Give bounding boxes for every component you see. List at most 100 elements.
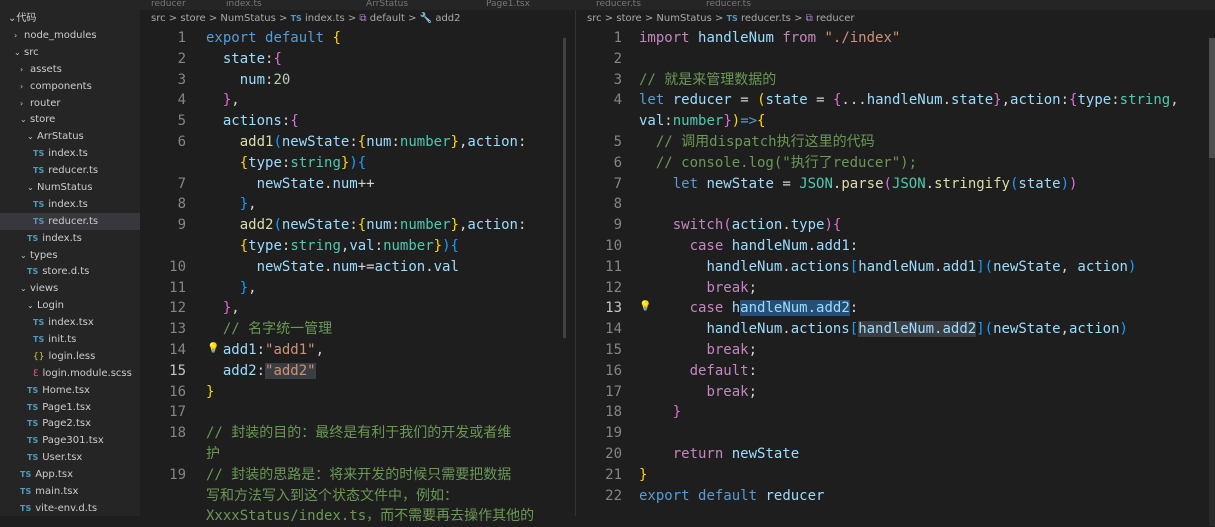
tab-reducer-ts-b[interactable]: reducer.ts: [700, 0, 757, 10]
scrollbar-thumb[interactable]: [1209, 38, 1215, 158]
tab-page1[interactable]: Page1.tsx: [480, 0, 536, 10]
tree-item[interactable]: TS main.tsx: [0, 483, 140, 500]
code-line[interactable]: 11 },: [140, 278, 575, 299]
tree-item[interactable]: TS Home.tsx: [0, 382, 140, 399]
tab-index-ts[interactable]: index.ts: [220, 0, 268, 10]
code-line[interactable]: 6 add1(newState:{num:number},action:: [140, 132, 575, 153]
breadcrumb-file[interactable]: index.ts: [305, 13, 345, 24]
tree-item[interactable]: TS store.d.ts: [0, 263, 140, 280]
tree-item[interactable]: TS init.ts: [0, 331, 140, 348]
minimap[interactable]: [563, 38, 566, 338]
tree-item[interactable]: ⌄ NumStatus: [0, 179, 140, 196]
breadcrumb-store[interactable]: store: [180, 13, 205, 24]
tree-item[interactable]: TS Page301.tsx: [0, 432, 140, 449]
breadcrumb-numstatus[interactable]: NumStatus: [656, 13, 711, 24]
code-line[interactable]: 12 break;: [576, 278, 1215, 299]
tree-item[interactable]: TS vite-env.d.ts: [0, 500, 140, 517]
code-line[interactable]: 5 // 调用dispatch执行这里的代码: [576, 132, 1215, 153]
code-line[interactable]: 6 // console.log("执行了reducer");: [576, 153, 1215, 174]
code-line[interactable]: 3 // 就是来管理数据的: [576, 70, 1215, 91]
breadcrumb-src[interactable]: src: [151, 13, 166, 24]
code-line[interactable]: {type:string}){: [140, 153, 575, 174]
breadcrumb-file[interactable]: reducer.ts: [741, 13, 791, 24]
code-line[interactable]: 3 num:20: [140, 70, 575, 91]
code-line[interactable]: 12 },: [140, 298, 575, 319]
tree-item[interactable]: TS Page2.tsx: [0, 415, 140, 432]
code-line[interactable]: 21}: [576, 465, 1215, 486]
tree-item[interactable]: › components: [0, 78, 140, 95]
tree-item[interactable]: ℇlogin.module.scss: [0, 365, 140, 382]
breadcrumb-symbol-add2[interactable]: add2: [435, 13, 460, 24]
code-line[interactable]: 护: [140, 444, 575, 465]
code-line[interactable]: 15 add2:"add2": [140, 361, 575, 382]
tab-arrstatus[interactable]: ArrStatus: [360, 0, 414, 10]
code-line[interactable]: 16 default:: [576, 361, 1215, 382]
code-line[interactable]: 8: [576, 194, 1215, 215]
code-line[interactable]: 13 💡 case handleNum.add2:: [576, 298, 1215, 319]
tree-item[interactable]: ⌄ ArrStatus: [0, 128, 140, 145]
tree-item[interactable]: TS reducer.ts: [0, 162, 140, 179]
code-line[interactable]: 17 break;: [576, 382, 1215, 403]
tree-item[interactable]: TS App.tsx: [0, 466, 140, 483]
code-line[interactable]: 写和方法写入到这个状态文件中，例如：: [140, 486, 575, 507]
breadcrumb-store[interactable]: store: [616, 13, 641, 24]
code-line[interactable]: 19: [576, 423, 1215, 444]
tree-item[interactable]: TS reducer.ts: [0, 212, 140, 230]
code-line[interactable]: 16}: [140, 382, 575, 403]
code-line[interactable]: 5 actions:{: [140, 111, 575, 132]
code-line[interactable]: 2: [576, 49, 1215, 70]
code-line[interactable]: 7 newState.num++: [140, 174, 575, 195]
tree-item[interactable]: ⌄ store: [0, 111, 140, 128]
code-line[interactable]: 2 state:{: [140, 49, 575, 70]
tree-item[interactable]: ⌄ views: [0, 280, 140, 297]
tree-item[interactable]: › router: [0, 95, 140, 112]
tree-item[interactable]: ⌄ types: [0, 247, 140, 264]
tree-item[interactable]: TS index.tsx: [0, 314, 140, 331]
breadcrumb-numstatus[interactable]: NumStatus: [220, 13, 275, 24]
code-line[interactable]: 14 💡 add1:"add1",: [140, 340, 575, 361]
code-line[interactable]: 11 handleNum.actions[handleNum.add1](new…: [576, 257, 1215, 278]
code-line[interactable]: 1 import handleNum from "./index": [576, 28, 1215, 49]
tree-item[interactable]: TS index.ts: [0, 196, 140, 213]
code-line[interactable]: 7 let newState = JSON.parse(JSON.stringi…: [576, 174, 1215, 195]
explorer-root-folder[interactable]: ⌄代码: [8, 10, 36, 28]
tree-item[interactable]: ⌄ Login: [0, 297, 140, 314]
code-line[interactable]: 18 }: [576, 402, 1215, 423]
tree-item[interactable]: TS index.ts: [0, 145, 140, 162]
code-line[interactable]: 10 case handleNum.add1:: [576, 236, 1215, 257]
code-line[interactable]: 18 // 封装的目的：最终是有利于我们的开发或者维: [140, 423, 575, 444]
code-line[interactable]: 8 },: [140, 194, 575, 215]
code-line[interactable]: 15 break;: [576, 340, 1215, 361]
code-text: return newState: [672, 445, 800, 462]
tab-reducer[interactable]: reducer: [145, 0, 192, 10]
tree-item[interactable]: › node_modules: [0, 27, 140, 44]
code-line[interactable]: 10 newState.num+=action.val: [140, 257, 575, 278]
code-line[interactable]: {type:string,val:number}){: [140, 236, 575, 257]
tree-item[interactable]: ⌄ src: [0, 44, 140, 61]
code-line[interactable]: 19 // 封装的思路是：将来开发的时候只需要把数据: [140, 465, 575, 486]
code-line[interactable]: 13 // 名字统一管理: [140, 319, 575, 340]
code-line[interactable]: 20 return newState: [576, 444, 1215, 465]
tree-item[interactable]: TS Page1.tsx: [0, 399, 140, 416]
tree-item[interactable]: TS User.tsx: [0, 449, 140, 466]
code-line[interactable]: 14 handleNum.actions[handleNum.add2](new…: [576, 319, 1215, 340]
vertical-scrollbar[interactable]: [1209, 38, 1215, 526]
code-line[interactable]: 4 let reducer = (state = {...handleNum.st…: [576, 90, 1215, 111]
code-editor-right[interactable]: 1 import handleNum from "./index" 2 3 // 就是来…: [576, 28, 1215, 516]
tree-item[interactable]: › assets: [0, 61, 140, 78]
code-line[interactable]: 9 switch(action.type){: [576, 215, 1215, 236]
code-editor-left[interactable]: 1 export default {2 state:{3 num:20 4 }, 5 …: [140, 28, 575, 524]
code-line[interactable]: 17: [140, 402, 575, 423]
breadcrumb-symbol-default[interactable]: default: [370, 13, 405, 24]
tab-reducer-ts-a[interactable]: reducer.ts: [590, 0, 647, 10]
tree-item[interactable]: TS index.ts: [0, 230, 140, 247]
code-line[interactable]: val:number})=>{: [576, 111, 1215, 132]
code-line[interactable]: 9 add2(newState:{num:number},action:: [140, 215, 575, 236]
code-line[interactable]: 4 },: [140, 90, 575, 111]
breadcrumb-src[interactable]: src: [587, 13, 602, 24]
code-line[interactable]: 1 export default {: [140, 28, 575, 49]
breadcrumb-symbol-reducer[interactable]: reducer: [816, 13, 855, 24]
code-line[interactable]: XxxxStatus/index.ts，而不需要再去操作其他的: [140, 506, 575, 527]
tree-item[interactable]: {} login.less: [0, 348, 140, 365]
code-line[interactable]: 22 export default reducer: [576, 486, 1215, 507]
